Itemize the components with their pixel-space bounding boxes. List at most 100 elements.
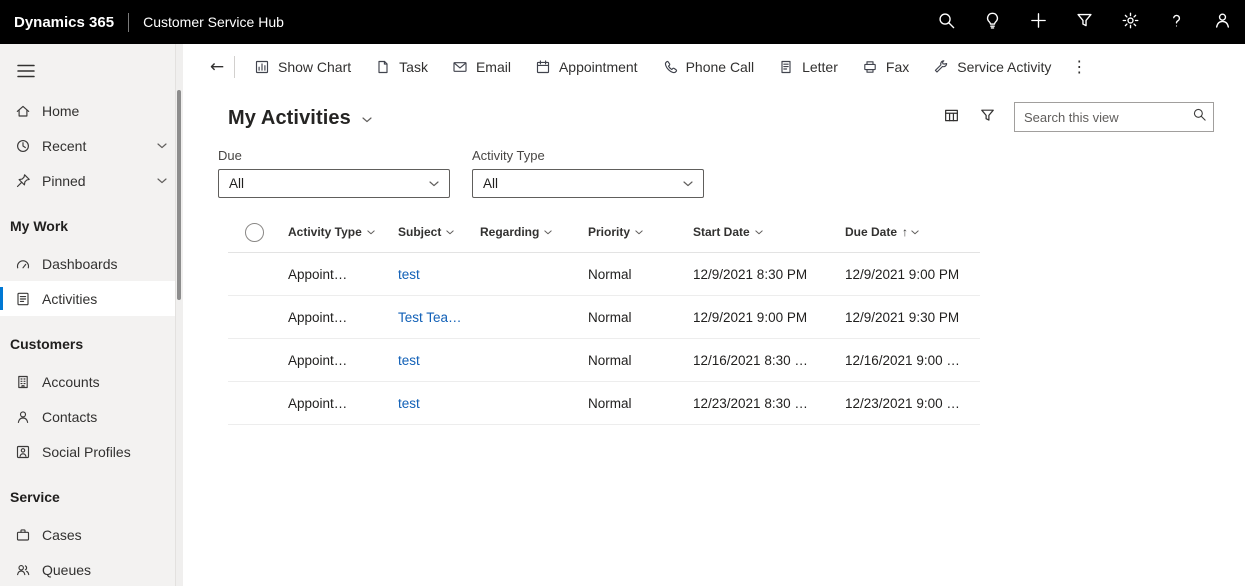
sidebar-item-label: Home xyxy=(42,103,79,119)
topbar-divider xyxy=(128,13,129,32)
topbar-help-button[interactable] xyxy=(1153,0,1199,44)
service-activity-icon xyxy=(933,59,949,75)
back-button[interactable]: ← xyxy=(203,52,231,82)
sidebar-scrollbar-thumb[interactable] xyxy=(177,90,181,300)
topbar-suggestions-button[interactable] xyxy=(969,0,1015,44)
chevron-down-icon[interactable] xyxy=(157,143,167,149)
topbar-settings-button[interactable] xyxy=(1107,0,1153,44)
column-header-due-date[interactable]: Due Date ↑ xyxy=(837,225,980,239)
command-overflow-button[interactable]: ⋮ xyxy=(1063,50,1095,84)
cell-start-date: 12/16/2021 8:30 … xyxy=(685,353,837,368)
table-row[interactable]: Appoint… test Normal 12/9/2021 8:30 PM 1… xyxy=(228,253,980,296)
activity-type-filter-dropdown[interactable]: All xyxy=(472,169,704,198)
sidebar-item-contacts[interactable]: Contacts xyxy=(0,399,183,434)
sidebar-section-service: Service xyxy=(0,469,183,517)
sidebar-item-pinned[interactable]: Pinned xyxy=(0,163,183,198)
accounts-icon xyxy=(15,374,31,390)
sidebar-scrollbar[interactable] xyxy=(175,44,183,586)
sidebar-item-cases[interactable]: Cases xyxy=(0,517,183,552)
cell-priority: Normal xyxy=(580,267,685,282)
sitemap-collapse-button[interactable] xyxy=(13,59,39,85)
back-arrow-icon: ← xyxy=(210,59,224,76)
command-label: Phone Call xyxy=(686,59,755,75)
sidebar-item-accounts[interactable]: Accounts xyxy=(0,364,183,399)
sidebar-item-recent[interactable]: Recent xyxy=(0,128,183,163)
chevron-down-icon xyxy=(683,181,693,187)
column-header-priority[interactable]: Priority xyxy=(580,225,685,239)
chevron-down-icon[interactable] xyxy=(157,178,167,184)
chevron-down-icon xyxy=(635,230,643,235)
due-filter-label: Due xyxy=(218,148,450,163)
pin-icon xyxy=(15,173,31,189)
new-appointment-button[interactable]: Appointment xyxy=(523,50,650,84)
cell-subject-link[interactable]: test xyxy=(390,353,472,368)
due-filter: Due All xyxy=(218,148,450,198)
select-all-cell xyxy=(228,223,280,242)
new-email-button[interactable]: Email xyxy=(440,50,523,84)
column-label: Regarding xyxy=(480,225,539,239)
topbar-search-button[interactable] xyxy=(923,0,969,44)
lightbulb-icon xyxy=(983,11,1002,33)
table-row[interactable]: Appoint… Test Tea… Normal 12/9/2021 9:00… xyxy=(228,296,980,339)
queues-icon xyxy=(15,562,31,578)
activities-grid: Activity Type Subject Regarding Priority xyxy=(228,212,980,425)
new-fax-button[interactable]: Fax xyxy=(850,50,921,84)
sidebar-item-activities[interactable]: Activities xyxy=(0,281,183,316)
cell-start-date: 12/9/2021 9:00 PM xyxy=(685,310,837,325)
table-row[interactable]: Appoint… test Normal 12/16/2021 8:30 … 1… xyxy=(228,339,980,382)
command-label: Service Activity xyxy=(957,59,1051,75)
topbar-filter-button[interactable] xyxy=(1061,0,1107,44)
new-task-button[interactable]: Task xyxy=(363,50,440,84)
due-filter-dropdown[interactable]: All xyxy=(218,169,450,198)
topbar-account-button[interactable] xyxy=(1199,0,1245,44)
new-phone-call-button[interactable]: Phone Call xyxy=(650,50,767,84)
site-map-sidebar: Home Recent Pinned My Work Dashboards Ac… xyxy=(0,44,183,586)
search-view-input[interactable] xyxy=(1015,110,1185,125)
column-label: Due Date xyxy=(845,225,897,239)
dynamics-365-logo[interactable]: Dynamics 365 xyxy=(0,14,114,31)
chevron-down-icon xyxy=(367,230,375,235)
cell-priority: Normal xyxy=(580,353,685,368)
column-header-start-date[interactable]: Start Date xyxy=(685,225,837,239)
chevron-down-icon xyxy=(446,230,454,235)
cell-start-date: 12/9/2021 8:30 PM xyxy=(685,267,837,282)
sort-ascending-icon: ↑ xyxy=(902,225,908,239)
sidebar-item-dashboards[interactable]: Dashboards xyxy=(0,246,183,281)
new-letter-button[interactable]: Letter xyxy=(766,50,850,84)
cell-due-date: 12/23/2021 9:00 … xyxy=(837,396,980,411)
edit-columns-icon xyxy=(943,107,960,127)
more-commands-icon: ⋮ xyxy=(1071,59,1087,75)
edit-columns-button[interactable] xyxy=(934,102,968,132)
cell-subject-link[interactable]: Test Tea… xyxy=(390,310,472,325)
sidebar-section-customers: Customers xyxy=(0,316,183,364)
cell-activity-type: Appoint… xyxy=(280,353,390,368)
cell-subject-link[interactable]: test xyxy=(390,267,472,282)
letter-icon xyxy=(778,59,794,75)
search-icon[interactable] xyxy=(1185,103,1213,131)
table-row[interactable]: Appoint… test Normal 12/23/2021 8:30 … 1… xyxy=(228,382,980,425)
column-header-activity-type[interactable]: Activity Type xyxy=(280,225,390,239)
sidebar-item-social-profiles[interactable]: Social Profiles xyxy=(0,434,183,469)
column-header-regarding[interactable]: Regarding xyxy=(472,225,580,239)
command-bar: ← Show Chart Task Email Appointment Phon… xyxy=(183,44,1245,90)
view-selector[interactable]: My Activities xyxy=(228,107,372,130)
sidebar-section-my-work: My Work xyxy=(0,198,183,246)
select-all-checkbox[interactable] xyxy=(245,223,264,242)
app-window: Dynamics 365 Customer Service Hub Home xyxy=(0,0,1245,586)
command-label: Show Chart xyxy=(278,59,351,75)
topbar-quick-create-button[interactable] xyxy=(1015,0,1061,44)
show-chart-button[interactable]: Show Chart xyxy=(242,50,363,84)
cell-start-date: 12/23/2021 8:30 … xyxy=(685,396,837,411)
activity-type-filter-label: Activity Type xyxy=(472,148,704,163)
app-name[interactable]: Customer Service Hub xyxy=(143,14,284,30)
sidebar-item-home[interactable]: Home xyxy=(0,93,183,128)
command-label: Letter xyxy=(802,59,838,75)
column-header-subject[interactable]: Subject xyxy=(390,225,472,239)
edit-filters-button[interactable] xyxy=(970,102,1004,132)
new-service-activity-button[interactable]: Service Activity xyxy=(921,50,1063,84)
phone-icon xyxy=(662,59,678,75)
clock-icon xyxy=(15,138,31,154)
cell-subject-link[interactable]: test xyxy=(390,396,472,411)
sidebar-item-queues[interactable]: Queues xyxy=(0,552,183,586)
column-label: Subject xyxy=(398,225,441,239)
